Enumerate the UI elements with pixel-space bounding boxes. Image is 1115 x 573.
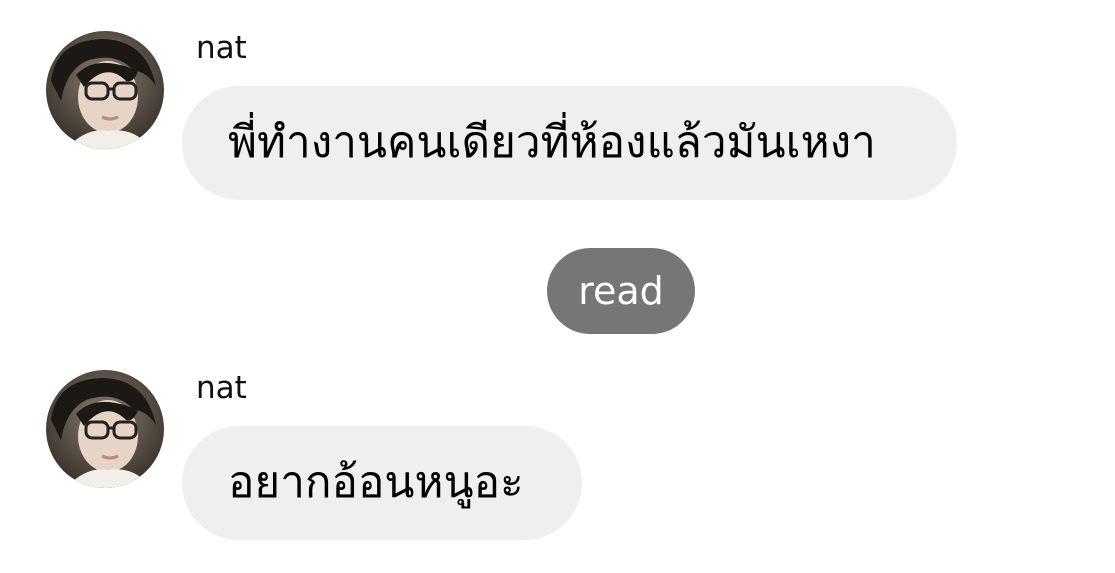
message-text: พี่ทำงานคนเดียวที่ห้องแล้วมันเหงา (228, 117, 876, 168)
read-receipt-badge: read (547, 248, 695, 334)
message-text: อยากอ้อนหนูอะ (228, 457, 524, 508)
sender-name: nat (196, 30, 247, 66)
profile-photo-icon (46, 370, 164, 488)
avatar[interactable] (46, 31, 164, 149)
avatar[interactable] (46, 370, 164, 488)
message-bubble[interactable]: พี่ทำงานคนเดียวที่ห้องแล้วมันเหงา (182, 86, 957, 200)
message-bubble[interactable]: อยากอ้อนหนูอะ (182, 426, 582, 540)
read-receipt-label: read (578, 269, 664, 313)
profile-photo-icon (46, 31, 164, 149)
sender-name: nat (196, 370, 247, 406)
